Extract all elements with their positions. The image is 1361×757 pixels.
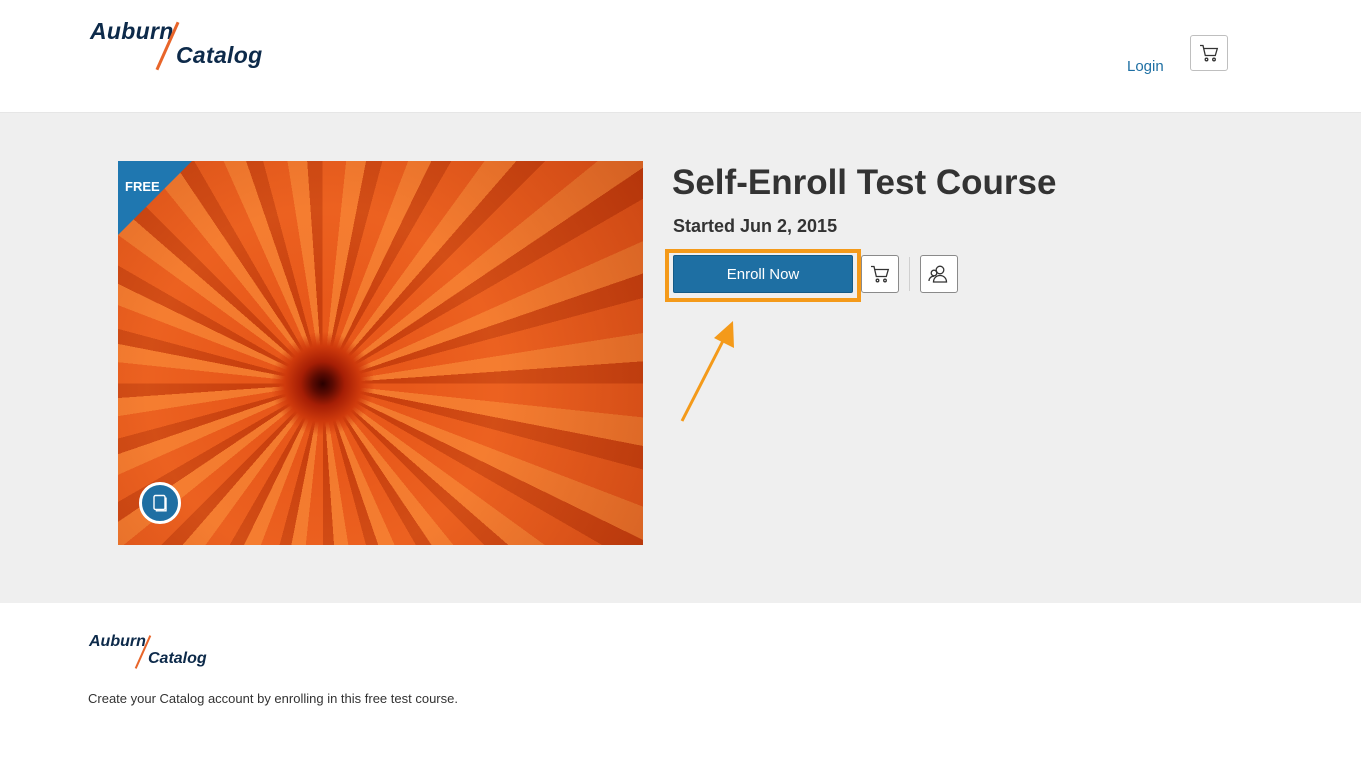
site-header: Auburn Catalog Login <box>0 0 1361 113</box>
course-image[interactable]: FREE <box>118 161 643 545</box>
footer-logo-word-auburn: Auburn <box>89 633 146 650</box>
free-ribbon-label: FREE <box>125 179 160 194</box>
users-icon <box>928 265 948 283</box>
footer-description: Create your Catalog account by enrolling… <box>88 691 458 706</box>
logo-word-catalog: Catalog <box>176 42 263 68</box>
enroll-now-button[interactable]: Enroll Now <box>673 255 853 293</box>
catalog-logo[interactable]: Auburn Catalog <box>88 18 268 74</box>
free-ribbon <box>118 161 192 235</box>
share-course-button[interactable] <box>920 255 958 293</box>
button-divider <box>909 257 910 291</box>
course-title: Self-Enroll Test Course <box>672 163 1057 202</box>
footer-logo[interactable]: Auburn Catalog <box>88 633 218 673</box>
cart-icon <box>871 265 890 283</box>
logo-word-auburn: Auburn <box>90 18 174 44</box>
course-start-date: Started Jun 2, 2015 <box>673 216 838 236</box>
header-cart-button[interactable] <box>1190 35 1228 71</box>
cart-icon <box>1200 44 1219 62</box>
login-link[interactable]: Login <box>1127 58 1164 75</box>
add-to-cart-button[interactable] <box>861 255 899 293</box>
course-type-badge <box>139 482 181 524</box>
footer-logo-word-catalog: Catalog <box>148 650 207 667</box>
book-icon <box>153 494 167 512</box>
annotation-arrow <box>680 321 734 422</box>
